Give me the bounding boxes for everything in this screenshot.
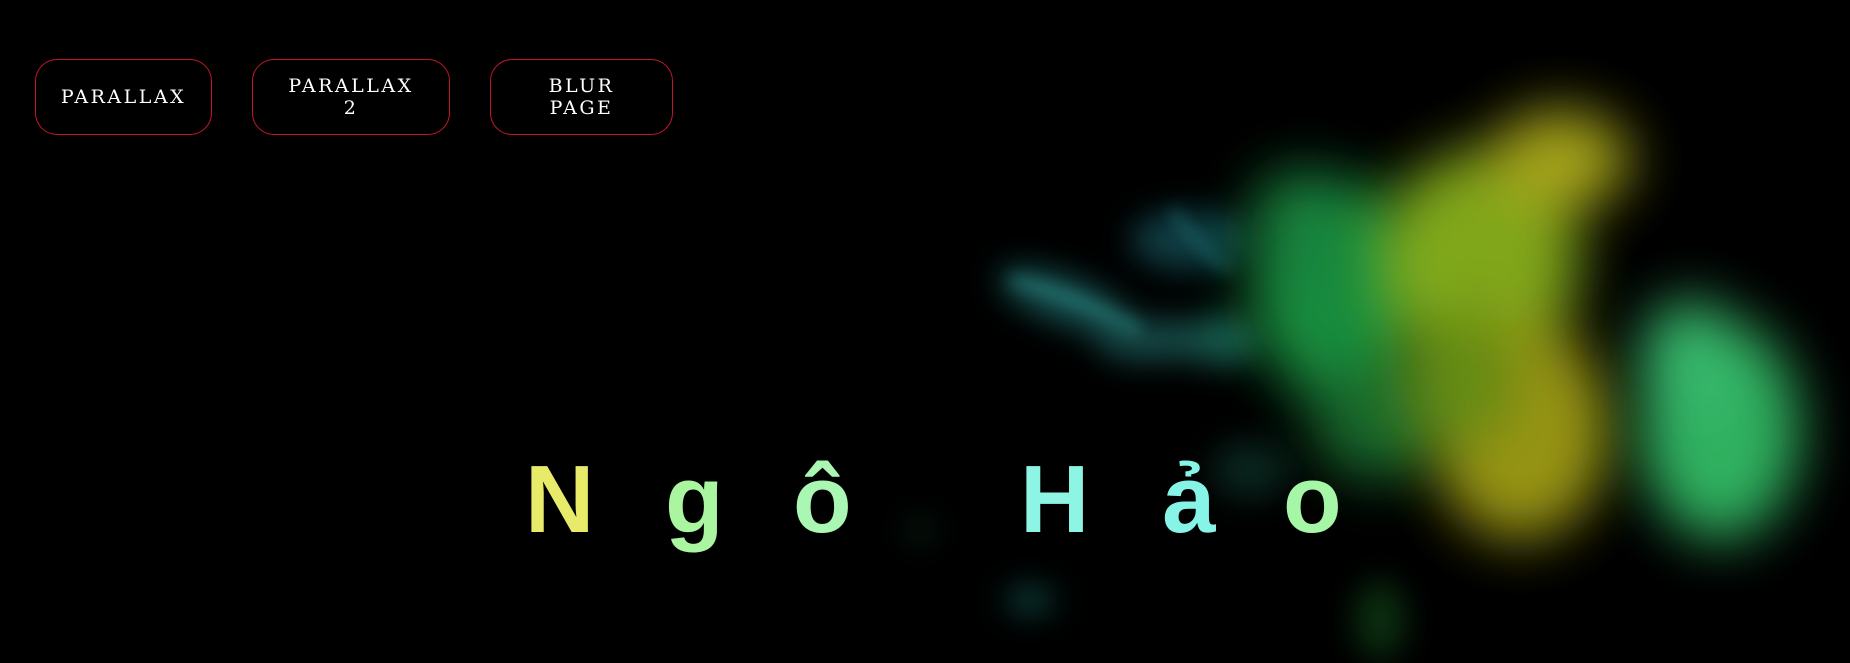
hero-letter: ô (793, 446, 852, 554)
page-stage: PARALLAX PARALLAX 2 BLUR PAGE N g ô H ả … (0, 0, 1850, 663)
hero-letter: ả (1162, 446, 1216, 554)
hero-letter: o (1283, 446, 1342, 554)
hero-letter: g (665, 446, 724, 554)
hero-letter: H (1020, 446, 1090, 554)
parallax-button[interactable]: PARALLAX (35, 59, 212, 135)
blur-page-button[interactable]: BLUR PAGE (490, 59, 673, 135)
hero-letter: N (525, 446, 595, 554)
parallax-2-button[interactable]: PARALLAX 2 (252, 59, 450, 135)
top-nav: PARALLAX PARALLAX 2 BLUR PAGE (35, 59, 673, 135)
